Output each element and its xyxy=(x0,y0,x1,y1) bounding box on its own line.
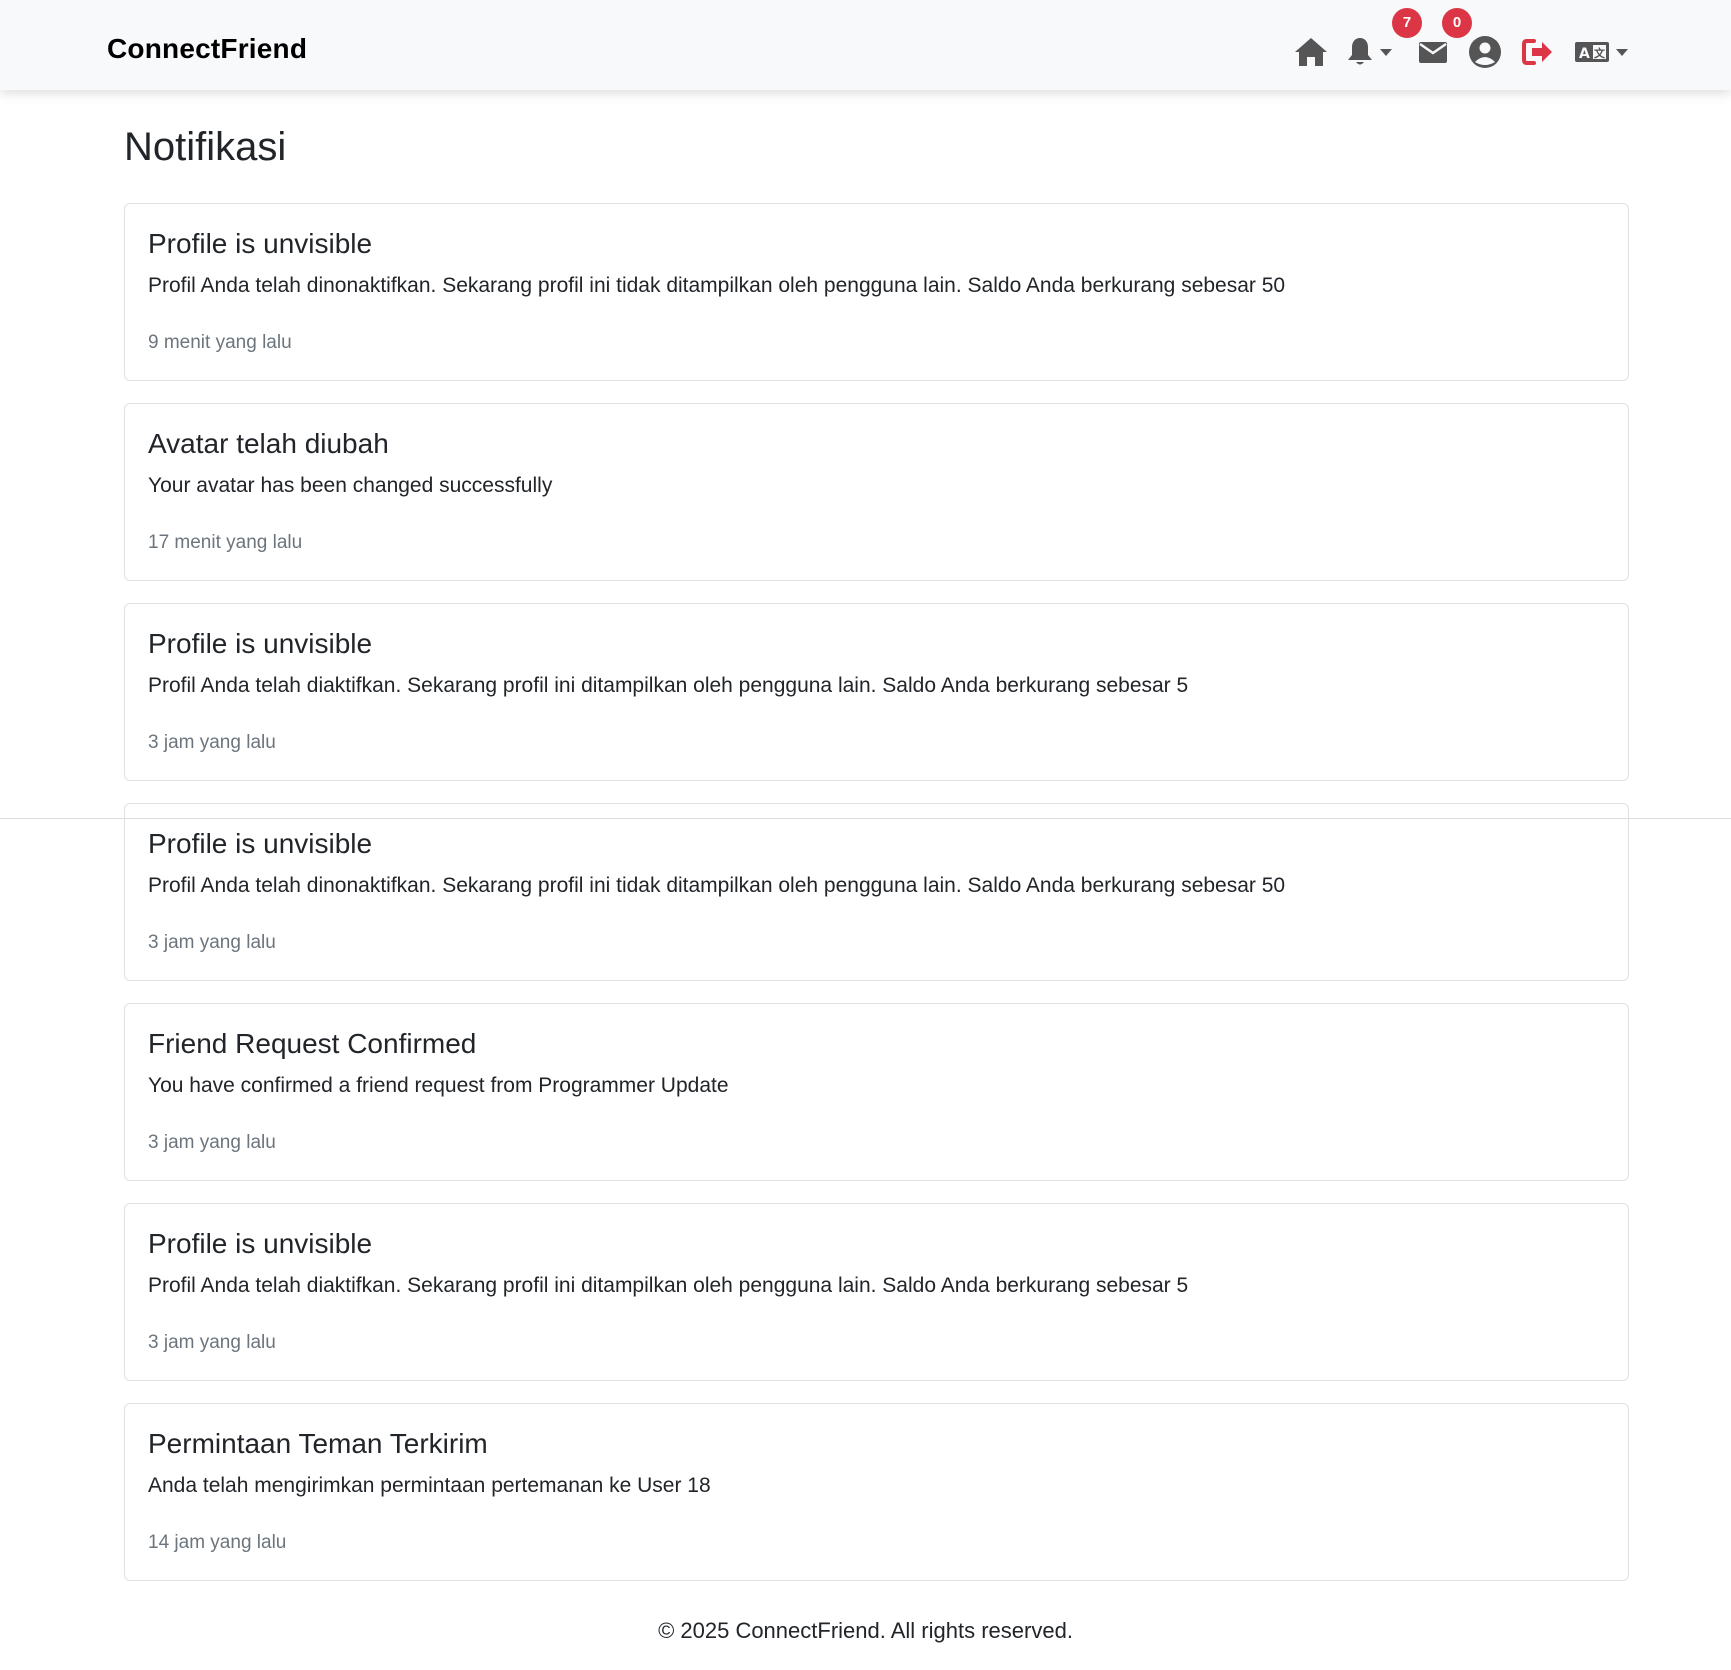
notification-body: Profil Anda telah dinonaktifkan. Sekaran… xyxy=(148,274,1286,297)
notification-body: You have confirmed a friend request from… xyxy=(148,1074,729,1097)
language-icon: A 文 xyxy=(1574,40,1610,64)
notification-time: 17 menit yang lalu xyxy=(148,532,303,553)
footer-copyright: © 2025 ConnectFriend. All rights reserve… xyxy=(658,1618,1073,1643)
notification-body: Profil Anda telah dinonaktifkan. Sekaran… xyxy=(148,874,1286,897)
notification-time: 3 jam yang lalu xyxy=(148,732,276,753)
notification-card[interactable]: Profile is unvisible Profil Anda telah d… xyxy=(124,803,1629,981)
bell-icon xyxy=(1346,36,1374,68)
notification-body: Anda telah mengirimkan permintaan pertem… xyxy=(148,1474,711,1497)
notification-time: 3 jam yang lalu xyxy=(148,1132,276,1153)
notification-card[interactable]: Friend Request Confirmed You have confir… xyxy=(124,1003,1629,1181)
notification-title: Profile is unvisible xyxy=(148,1228,373,1259)
logout-icon xyxy=(1522,38,1554,66)
home-link[interactable] xyxy=(1293,30,1329,74)
home-icon xyxy=(1293,36,1329,68)
notification-time: 3 jam yang lalu xyxy=(148,1332,276,1353)
messages-link[interactable]: 0 xyxy=(1418,8,1472,74)
notification-card[interactable]: Profile is unvisible Profil Anda telah d… xyxy=(124,1203,1629,1381)
logout-link[interactable] xyxy=(1522,30,1554,74)
divider xyxy=(0,818,1731,819)
notification-card[interactable]: Profile is unvisible Profil Anda telah d… xyxy=(124,603,1629,781)
notification-title: Profile is unvisible xyxy=(148,228,373,259)
notification-body: Your avatar has been changed successfull… xyxy=(148,474,553,497)
notification-body: Profil Anda telah diaktifkan. Sekarang p… xyxy=(148,1274,1189,1297)
brand-logo[interactable]: ConnectFriend xyxy=(107,33,307,65)
notification-time: 14 jam yang lalu xyxy=(148,1532,287,1553)
notification-card[interactable]: Avatar telah diubah Your avatar has been… xyxy=(124,403,1629,581)
notification-title: Profile is unvisible xyxy=(148,828,373,859)
notifications-dropdown[interactable]: 7 xyxy=(1346,8,1422,74)
chevron-down-icon xyxy=(1380,48,1392,56)
notification-title: Profile is unvisible xyxy=(148,628,373,659)
notification-card[interactable]: Profile is unvisible Profil Anda telah d… xyxy=(124,203,1629,381)
notification-title: Avatar telah diubah xyxy=(148,428,389,459)
user-circle-icon xyxy=(1468,35,1502,69)
svg-text:文: 文 xyxy=(1594,46,1606,60)
notification-time: 3 jam yang lalu xyxy=(148,932,276,953)
navbar: ConnectFriend 7 0 A 文 xyxy=(0,0,1731,90)
chevron-down-icon xyxy=(1616,48,1628,56)
envelope-icon xyxy=(1418,39,1448,65)
profile-link[interactable] xyxy=(1468,30,1502,74)
notification-title: Friend Request Confirmed xyxy=(148,1028,477,1059)
notification-time: 9 menit yang lalu xyxy=(148,332,292,353)
svg-text:A: A xyxy=(1579,46,1590,62)
notification-body: Profil Anda telah diaktifkan. Sekarang p… xyxy=(148,674,1189,697)
page-title: Notifikasi xyxy=(124,125,287,169)
notification-card[interactable]: Permintaan Teman Terkirim Anda telah men… xyxy=(124,1403,1629,1581)
notification-title: Permintaan Teman Terkirim xyxy=(148,1428,488,1459)
language-dropdown[interactable]: A 文 xyxy=(1574,30,1628,74)
